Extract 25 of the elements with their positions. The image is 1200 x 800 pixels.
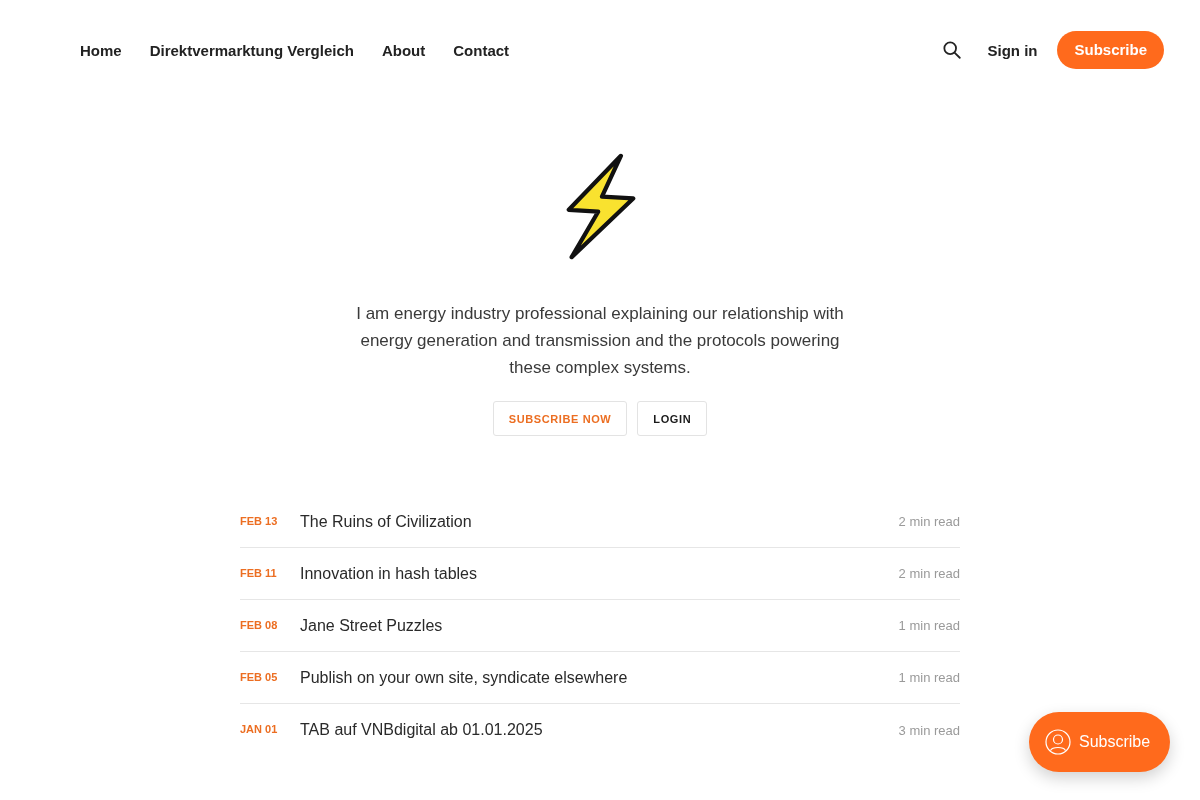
post-title-link[interactable]: Publish on your own site, syndicate elsewhere (300, 668, 628, 687)
read-time: 3 min read (898, 722, 960, 738)
nav-link[interactable]: About (381, 41, 426, 59)
user-circle-icon (1045, 729, 1071, 755)
nav-link[interactable]: Direktvermarktung Vergleich (149, 41, 354, 59)
read-time: 1 min read (898, 618, 960, 633)
post-title-link[interactable]: Innovation in hash tables (300, 564, 477, 583)
post-title-link[interactable]: TAB auf VNBdigital ab 01.01.2025 (300, 721, 543, 739)
login-button[interactable]: LOGIN (637, 401, 708, 436)
read-time: 2 min read (898, 514, 960, 529)
search-icon[interactable] (943, 41, 962, 59)
post-date: FEB 05 (240, 670, 279, 683)
read-time: 1 min read (898, 670, 960, 685)
post-date: JAN 01 (240, 723, 279, 735)
post-date: FEB 13 (240, 514, 279, 527)
post-date: FEB 11 (240, 566, 278, 579)
sign-in-link[interactable]: Sign in (987, 41, 1038, 59)
lightning-bolt-icon (565, 152, 637, 261)
nav-link[interactable]: Home (80, 41, 122, 59)
site-description: I am energy industry professional explaining our relationship with energy generation and transmission and the protocols powering these complex systems. (355, 303, 845, 379)
read-time: 2 min read (898, 566, 960, 581)
nav-link[interactable]: Contact (453, 41, 510, 59)
post-title-link[interactable]: The Ruins of Civilization (300, 512, 472, 531)
post-title-link[interactable]: Jane Street Puzzles (300, 616, 443, 635)
post-date: FEB 08 (240, 618, 279, 631)
